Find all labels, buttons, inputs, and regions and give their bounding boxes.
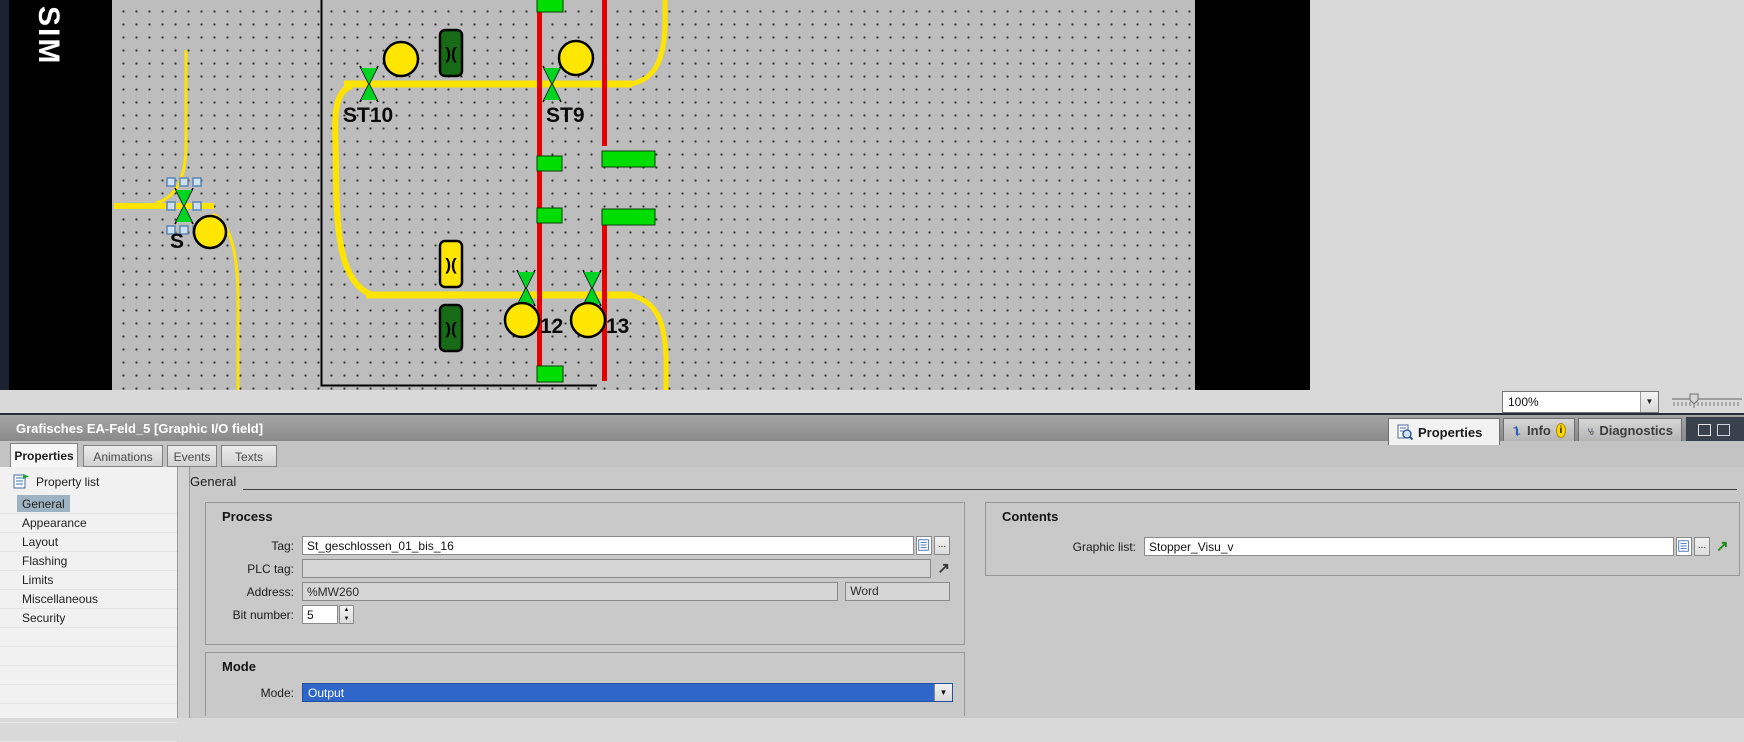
canvas-black-bar-left: SIM xyxy=(9,0,112,390)
property-list-icon xyxy=(13,474,29,489)
graphic-list-list-button[interactable] xyxy=(1676,537,1692,556)
canvas-black-bar-right xyxy=(1195,0,1310,390)
property-list-empty-row xyxy=(0,723,177,742)
contents-group: Contents Graphic list: ... ↗ xyxy=(985,502,1740,576)
tag-label: Tag: xyxy=(271,538,294,553)
zoom-dropdown-arrow-icon[interactable]: ▼ xyxy=(1640,392,1658,412)
graphic-list-browse-button[interactable]: ... xyxy=(1694,537,1710,556)
property-item-layout[interactable]: Layout xyxy=(0,533,177,552)
station-label-st13: 13 xyxy=(606,315,629,338)
sensor-dark-1[interactable]: )( xyxy=(438,28,464,78)
svg-text:)(: )( xyxy=(445,319,457,338)
property-item-appearance[interactable]: Appearance xyxy=(0,514,177,533)
tab-properties[interactable]: Properties xyxy=(10,443,78,467)
tag-list-button[interactable] xyxy=(916,536,932,555)
property-item-miscellaneous[interactable]: Miscellaneous xyxy=(0,590,177,609)
graphic-list-input[interactable] xyxy=(1144,537,1674,556)
tia-portal-window: )( )( )(ST10 ST9 12 13 S SIM 100% ▼ Gra… xyxy=(0,0,1744,742)
property-list-label: Property list xyxy=(36,475,100,489)
plc-tag-goto-icon[interactable]: ↗ xyxy=(937,561,950,576)
svg-text:)(: )( xyxy=(445,255,457,274)
spinner-up-icon[interactable]: ▲ xyxy=(340,606,353,615)
sidebar-splitter[interactable] xyxy=(178,467,190,718)
window-edge xyxy=(0,0,9,390)
mode-group: Mode Mode: Output ▼ xyxy=(205,652,965,716)
property-list-header: Property list xyxy=(0,470,178,494)
property-list-empty-row xyxy=(0,628,177,647)
station-label-s: S xyxy=(170,230,184,253)
section-divider xyxy=(243,489,1737,490)
panel-list-icon[interactable] xyxy=(1717,424,1730,436)
process-group-title: Process xyxy=(222,509,273,524)
property-list-empty-row xyxy=(0,647,177,666)
mode-dropdown[interactable]: Output ▼ xyxy=(302,683,953,702)
property-list-sidebar: Property list General Appearance Layout … xyxy=(0,467,178,742)
info-icon xyxy=(1513,425,1521,436)
station-label-st12: 12 xyxy=(540,315,563,338)
tab-animations[interactable]: Animations xyxy=(83,445,163,467)
dock-tab-diagnostics-label: Diagnostics xyxy=(1599,423,1673,438)
diagnostics-icon xyxy=(1588,427,1595,435)
dock-tab-properties[interactable]: Properties xyxy=(1388,418,1500,445)
tag-input[interactable] xyxy=(302,536,914,555)
property-item-general[interactable]: General xyxy=(0,495,177,514)
tab-events[interactable]: Events xyxy=(167,445,217,467)
property-list-empty-row xyxy=(0,666,177,685)
sensor-yellow[interactable]: )( xyxy=(438,239,464,289)
info-badge-icon: i xyxy=(1555,423,1566,438)
station-label-st9: ST9 xyxy=(546,104,585,127)
station-label-st10: ST10 xyxy=(343,104,393,127)
spinner-down-icon[interactable]: ▼ xyxy=(340,615,353,624)
graphic-list-label: Graphic list: xyxy=(1072,539,1136,554)
contents-group-title: Contents xyxy=(1002,509,1059,524)
inspector-content: Property list General Appearance Layout … xyxy=(0,467,1744,742)
mode-group-title: Mode xyxy=(222,659,256,674)
plc-tag-input[interactable] xyxy=(302,559,932,578)
plc-tag-label: PLC tag: xyxy=(247,561,294,576)
property-list-empty-row xyxy=(0,685,177,704)
svg-text:)(: )( xyxy=(445,44,457,63)
graphic-list-goto-icon[interactable]: ↗ xyxy=(1716,539,1729,554)
mode-label: Mode: xyxy=(260,685,294,700)
valve-icons[interactable] xyxy=(359,65,602,307)
dock-tab-info-label: Info xyxy=(1527,423,1551,438)
mode-dropdown-arrow-icon[interactable]: ▼ xyxy=(934,684,952,701)
properties-icon xyxy=(1397,424,1413,440)
inspector-window-controls xyxy=(1686,417,1744,443)
bit-number-input[interactable] xyxy=(302,605,338,624)
zoom-slider-thumb[interactable] xyxy=(1689,393,1699,405)
address-label: Address: xyxy=(246,584,294,599)
tab-texts[interactable]: Texts xyxy=(221,445,277,467)
address-type-field: Word xyxy=(845,582,950,601)
sensor-dark-2[interactable]: )( xyxy=(438,303,464,353)
zoom-slider[interactable] xyxy=(1668,390,1744,413)
tag-browse-button[interactable]: ... xyxy=(934,536,950,555)
property-item-flashing[interactable]: Flashing xyxy=(0,552,177,571)
property-item-limits[interactable]: Limits xyxy=(0,571,177,590)
property-item-security[interactable]: Security xyxy=(0,609,177,628)
inspector-title-bar: Grafisches EA-Feld_5 [Graphic I/O field]… xyxy=(0,413,1744,445)
screen-editor-canvas[interactable]: )( )( )(ST10 ST9 12 13 S SIM xyxy=(0,0,1744,390)
bit-number-label: Bit number: xyxy=(232,607,294,622)
sim-vertical-label: SIM xyxy=(32,6,65,66)
mode-dropdown-value: Output xyxy=(308,685,345,700)
address-input[interactable] xyxy=(302,582,839,601)
plant-graphic: )( )( )(ST10 ST9 12 13 S xyxy=(114,0,669,390)
bit-number-spinner[interactable]: ▲ ▼ xyxy=(339,605,354,624)
property-list-items: General Appearance Layout Flashing Limit… xyxy=(0,495,177,742)
float-panel-icon[interactable] xyxy=(1698,424,1711,436)
dock-tab-info[interactable]: Info i xyxy=(1503,418,1575,443)
inspector-title: Grafisches EA-Feld_5 [Graphic I/O field] xyxy=(16,421,264,436)
dock-tab-diagnostics[interactable]: Diagnostics xyxy=(1578,418,1682,443)
dock-tab-properties-label: Properties xyxy=(1418,424,1483,440)
section-title: General xyxy=(190,474,237,489)
editor-zoom-bar: 100% ▼ xyxy=(0,390,1744,413)
zoom-level-value: 100% xyxy=(1508,395,1539,409)
process-group: Process Tag: ... PLC tag: ↗ xyxy=(205,502,965,645)
property-list-empty-row xyxy=(0,704,177,723)
zoom-level-combobox[interactable]: 100% ▼ xyxy=(1502,391,1659,413)
